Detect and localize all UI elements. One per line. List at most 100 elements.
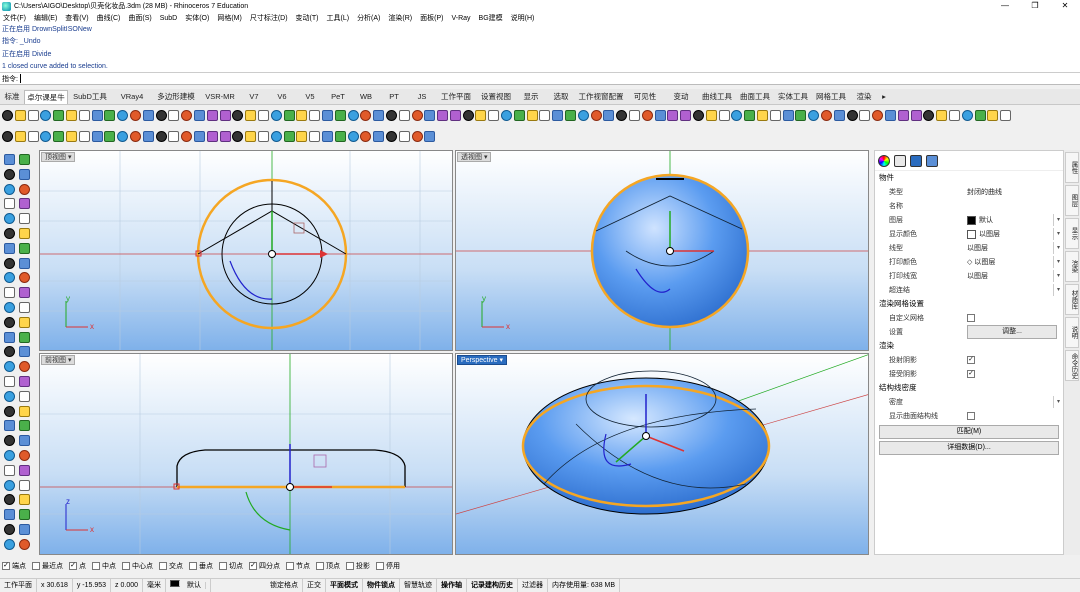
toolbar-tab[interactable]: 可见性 bbox=[626, 90, 664, 104]
status-history[interactable]: 记录建构历史 bbox=[467, 578, 519, 592]
toolbar-tab[interactable]: 设置视图 bbox=[476, 90, 516, 104]
osnap-checkbox[interactable] bbox=[376, 562, 384, 570]
osnap-option[interactable]: 最近点 bbox=[32, 561, 63, 571]
dropdown-arrow-icon[interactable]: ▾ bbox=[1053, 270, 1063, 282]
toolbar-tool-icon[interactable] bbox=[385, 130, 397, 142]
toolbar-tool-icon[interactable] bbox=[65, 130, 77, 142]
toolbar-tool-icon[interactable] bbox=[821, 109, 832, 121]
toolbar-tool-icon[interactable] bbox=[501, 109, 513, 121]
minimize-button[interactable]: — bbox=[990, 0, 1020, 12]
toolbar-tool-icon[interactable] bbox=[577, 109, 589, 121]
toolbar-tool-icon[interactable] bbox=[142, 109, 154, 121]
left-tool-icon[interactable] bbox=[4, 509, 15, 521]
toolbar-tool-icon[interactable] bbox=[181, 109, 193, 121]
left-tool-icon[interactable] bbox=[4, 390, 15, 402]
toolbar-tool-icon[interactable] bbox=[206, 109, 218, 121]
left-tool-icon[interactable] bbox=[19, 346, 30, 358]
osnap-checkbox[interactable] bbox=[286, 562, 294, 570]
left-tool-icon[interactable] bbox=[4, 435, 15, 447]
menu-item[interactable]: 面板(P) bbox=[420, 13, 443, 23]
status-units[interactable]: 毫米 bbox=[143, 578, 167, 592]
toolbar-tab[interactable]: 卓尔课星牛 bbox=[24, 90, 68, 104]
left-tool-icon[interactable] bbox=[19, 198, 30, 210]
osnap-option[interactable]: 交点 bbox=[159, 561, 183, 571]
osnap-option[interactable]: ✓ 点 bbox=[69, 561, 86, 571]
left-tool-icon[interactable] bbox=[4, 450, 15, 461]
left-tool-icon[interactable] bbox=[4, 168, 15, 180]
left-tool-icon[interactable] bbox=[19, 361, 30, 373]
toolbar-tool-icon[interactable] bbox=[296, 130, 308, 142]
property-value[interactable]: ◇ 以图层 bbox=[967, 257, 1053, 267]
toolbar-tool-icon[interactable] bbox=[193, 130, 205, 142]
toolbar-tab[interactable]: PT bbox=[380, 90, 408, 104]
left-tool-icon[interactable] bbox=[4, 242, 15, 254]
toolbar-tab[interactable]: JS bbox=[408, 90, 436, 104]
property-value[interactable]: 以图层 bbox=[967, 243, 1053, 253]
left-tool-icon[interactable] bbox=[4, 183, 15, 195]
property-value[interactable]: 默认 bbox=[967, 215, 1053, 225]
toolbar-tool-icon[interactable] bbox=[321, 130, 333, 142]
toolbar-tab[interactable]: 渲染 bbox=[850, 90, 878, 104]
status-grid-snap[interactable]: 锁定格点 bbox=[266, 578, 304, 592]
toolbar-tool-icon[interactable] bbox=[424, 109, 436, 121]
toolbar-tab[interactable]: 显示 bbox=[516, 90, 546, 104]
receive-shadow-checkbox[interactable]: ✓ bbox=[967, 370, 975, 378]
left-tool-icon[interactable] bbox=[4, 538, 15, 550]
toolbar-tool-icon[interactable] bbox=[53, 130, 65, 142]
left-tool-icon[interactable] bbox=[19, 154, 30, 165]
details-button[interactable]: 详细数据(D)... bbox=[879, 441, 1059, 455]
osnap-option[interactable]: ✓ 端点 bbox=[2, 561, 26, 571]
dropdown-arrow-icon[interactable]: ▾ bbox=[1053, 214, 1063, 226]
toolbar-tool-icon[interactable] bbox=[373, 109, 385, 121]
left-tool-icon[interactable] bbox=[19, 509, 30, 521]
toolbar-tool-icon[interactable] bbox=[14, 130, 26, 142]
toolbar-tab[interactable]: VRay4 bbox=[112, 90, 152, 104]
toolbar-tab[interactable]: VSR-MR bbox=[200, 90, 240, 104]
maximize-button[interactable]: ❐ bbox=[1020, 0, 1050, 12]
toolbar-tool-icon[interactable] bbox=[910, 109, 922, 121]
left-tool-icon[interactable] bbox=[19, 479, 30, 491]
toolbar-tool-icon[interactable] bbox=[309, 130, 321, 142]
left-tool-icon[interactable] bbox=[19, 405, 30, 417]
status-cplane[interactable]: 工作平面 bbox=[0, 578, 37, 592]
toolbar-tool-icon[interactable] bbox=[334, 130, 346, 142]
right-panel-tab[interactable]: 渲染 bbox=[1065, 251, 1079, 282]
viewport-perspective-top[interactable]: 透视图 ▾ y x bbox=[455, 150, 869, 351]
toolbar-tool-icon[interactable] bbox=[168, 109, 180, 121]
status-smarttrack[interactable]: 智慧轨迹 bbox=[400, 578, 438, 592]
menu-item[interactable]: 分析(A) bbox=[357, 13, 380, 23]
toolbar-tool-icon[interactable] bbox=[411, 130, 423, 142]
menu-item[interactable]: 说明(H) bbox=[511, 13, 535, 23]
toolbar-tool-icon[interactable] bbox=[629, 109, 641, 121]
toolbar-tool-icon[interactable] bbox=[360, 130, 372, 142]
toolbar-tool-icon[interactable] bbox=[40, 109, 52, 121]
left-tool-icon[interactable] bbox=[4, 302, 15, 313]
left-tool-icon[interactable] bbox=[19, 390, 30, 402]
toolbar-tab[interactable]: 工作平面 bbox=[436, 90, 476, 104]
adjust-button[interactable]: 调整... bbox=[967, 325, 1057, 339]
right-panel-tab[interactable]: 属性 bbox=[1065, 152, 1079, 183]
toolbar-tool-icon[interactable] bbox=[245, 109, 257, 121]
toolbar-tool-icon[interactable] bbox=[923, 109, 935, 121]
viewport-title-perspective[interactable]: 透视图 ▾ bbox=[457, 152, 492, 162]
status-osnap[interactable]: 物件锁点 bbox=[363, 578, 401, 592]
toolbar-tool-icon[interactable] bbox=[104, 109, 116, 121]
cast-shadow-checkbox[interactable]: ✓ bbox=[967, 356, 975, 364]
left-tool-icon[interactable] bbox=[4, 494, 15, 506]
menu-item[interactable]: 变动(T) bbox=[296, 13, 319, 23]
toolbar-tool-icon[interactable] bbox=[104, 130, 116, 142]
toolbar-tool-icon[interactable] bbox=[974, 109, 986, 121]
osnap-option[interactable]: 投影 bbox=[346, 561, 370, 571]
left-tool-icon[interactable] bbox=[4, 287, 15, 299]
osnap-checkbox[interactable] bbox=[122, 562, 130, 570]
osnap-checkbox[interactable]: ✓ bbox=[2, 562, 10, 570]
toolbar-tool-icon[interactable] bbox=[705, 109, 717, 121]
toolbar-tool-icon[interactable] bbox=[488, 109, 500, 121]
left-tool-icon[interactable] bbox=[19, 331, 30, 343]
toolbar-tab[interactable]: 网格工具 bbox=[812, 90, 850, 104]
toolbar-tool-icon[interactable] bbox=[654, 109, 666, 121]
menu-item[interactable]: 渲染(R) bbox=[388, 13, 412, 23]
toolbar-tool-icon[interactable] bbox=[616, 109, 628, 121]
menu-item[interactable]: 实体(O) bbox=[185, 13, 209, 23]
toolbar-tool-icon[interactable] bbox=[257, 130, 269, 142]
